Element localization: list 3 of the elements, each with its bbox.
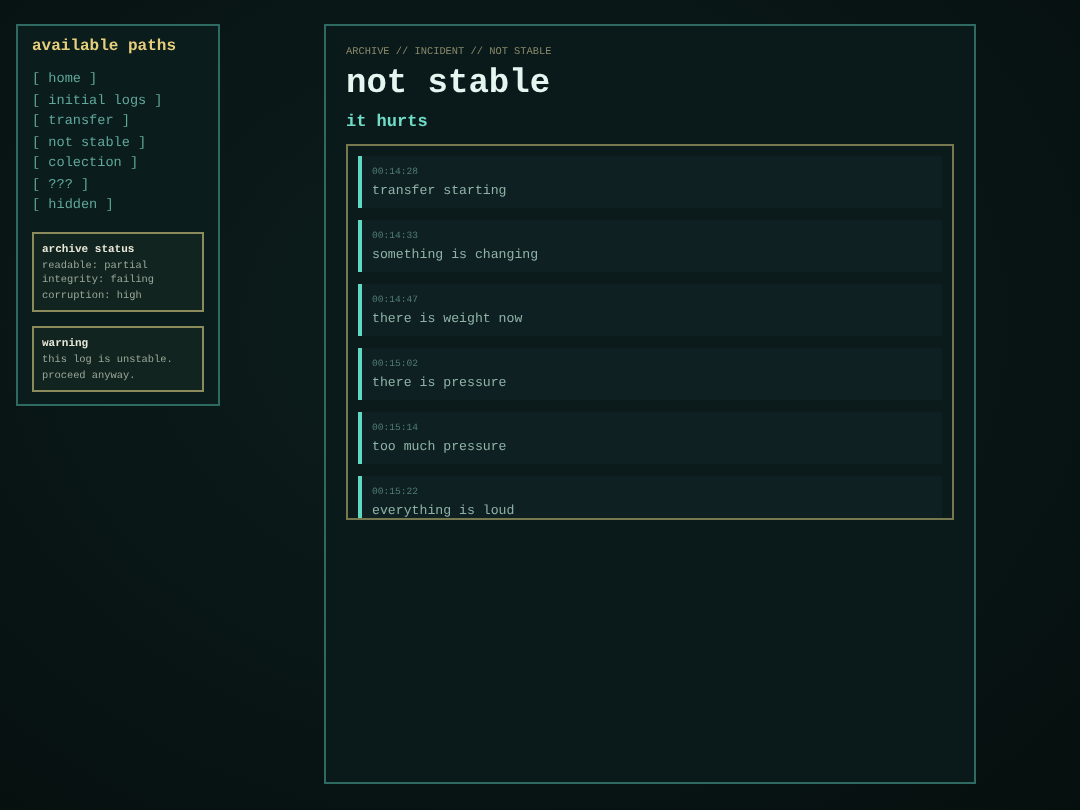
- page-title: not stable: [346, 66, 553, 106]
- sidebar-title: available paths: [32, 38, 179, 56]
- page-subtitle: it hurts: [346, 112, 430, 132]
